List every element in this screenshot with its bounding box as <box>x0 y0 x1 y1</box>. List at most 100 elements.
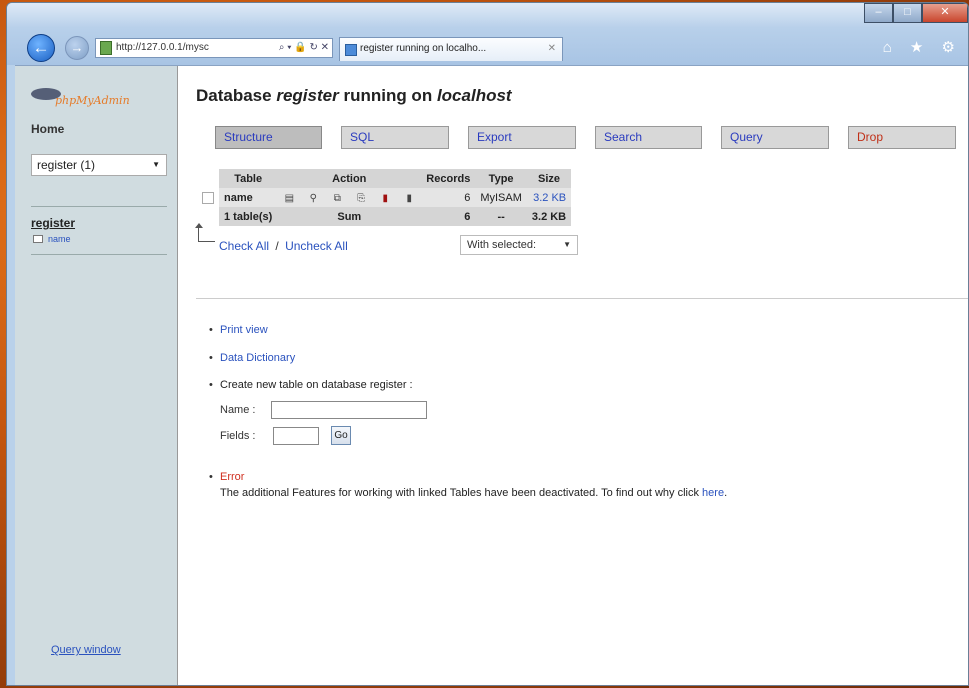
logo-text: phpMyAdmin <box>55 94 130 107</box>
list-item: Data Dictionary <box>209 352 295 364</box>
tables-list: Table Action Records Type Size name ▤ ⚲ … <box>197 169 572 226</box>
list-item: Create new table on database register : <box>209 379 413 391</box>
header-type: Type <box>475 169 527 188</box>
trash-icon[interactable]: ▮ <box>402 193 416 204</box>
sum-tables-count: 1 table(s) <box>219 207 278 226</box>
header-spacer <box>197 169 219 188</box>
row-records: 6 <box>421 188 476 207</box>
with-selected-value: With selected: <box>467 239 537 251</box>
sidebar-divider <box>31 206 167 207</box>
browse-cell: ▤ <box>277 188 302 207</box>
toolbar-icons[interactable]: ⌂ ★ ⚙ <box>883 38 962 56</box>
arrow-right-icon: → <box>70 40 84 55</box>
home-link[interactable]: Home <box>31 122 64 136</box>
error-label: Error <box>220 471 245 483</box>
title-database: register <box>276 86 339 105</box>
address-bar-icons[interactable]: ⌕ ▾ 🔒 ↻ ✕ <box>279 39 332 57</box>
notice-period: . <box>724 487 728 499</box>
sum-row: 1 table(s) Sum 6 -- 3.2 KB <box>197 207 572 226</box>
tab-favicon-icon <box>345 44 357 56</box>
row-checkbox[interactable] <box>202 191 214 204</box>
arrow-left-icon: ← <box>32 38 50 57</box>
header-size: Size <box>526 169 572 188</box>
table-icon <box>33 235 43 243</box>
sum-type: -- <box>475 207 527 226</box>
table-header-row: Table Action Records Type Size <box>197 169 572 188</box>
browse-icon[interactable]: ▤ <box>282 193 296 204</box>
chevron-down-icon: ▼ <box>563 240 571 249</box>
sidebar-divider <box>31 254 167 255</box>
sum-size: 3.2 KB <box>526 207 572 226</box>
check-separator: / <box>275 239 279 253</box>
print-view-link[interactable]: Print view <box>220 324 268 336</box>
row-type: MyISAM <box>475 188 527 207</box>
address-url[interactable]: http://127.0.0.1/mysc <box>116 39 209 57</box>
go-button[interactable]: Go <box>331 426 351 445</box>
browser-window: – □ ✕ ← → http://127.0.0.1/mysc ⌕ ▾ 🔒 ↻ … <box>6 2 969 686</box>
check-all-row: Check All / Uncheck All <box>195 223 348 253</box>
sidebar-database-link[interactable]: register <box>31 216 75 230</box>
sum-records: 6 <box>421 207 476 226</box>
row-table-name[interactable]: name <box>219 188 278 207</box>
search-icon[interactable]: ⚲ <box>306 193 320 204</box>
browser-tab[interactable]: register running on localho... ✕ <box>339 37 563 61</box>
row-size[interactable]: 3.2 KB <box>526 188 572 207</box>
tab-search[interactable]: Search <box>595 126 702 149</box>
header-action: Action <box>277 169 422 188</box>
fields-label: Fields : <box>220 430 256 442</box>
main-frame: Database register running on localhost S… <box>178 66 968 685</box>
data-dictionary-link[interactable]: Data Dictionary <box>220 352 295 364</box>
insert-cell: ⎘ <box>349 188 374 207</box>
structure-cell: ⧉ <box>325 188 350 207</box>
minimize-button[interactable]: – <box>864 3 893 23</box>
browser-titlebar: – □ ✕ ← → http://127.0.0.1/mysc ⌕ ▾ 🔒 ↻ … <box>7 3 968 65</box>
with-selected-select[interactable]: With selected: ▼ <box>460 235 578 255</box>
chevron-down-icon: ▼ <box>152 160 160 169</box>
uncheck-all-link[interactable]: Uncheck All <box>285 239 348 253</box>
fields-count-input[interactable] <box>273 427 319 445</box>
sum-label: Sum <box>277 207 422 226</box>
title-host: localhost <box>436 86 512 105</box>
tab-structure[interactable]: Structure <box>215 126 322 149</box>
tab-close-icon[interactable]: ✕ <box>548 38 556 60</box>
query-window-link[interactable]: Query window <box>51 644 121 656</box>
page-icon <box>100 41 112 55</box>
empty-icon[interactable]: ▮ <box>378 193 392 204</box>
structure-icon[interactable]: ⧉ <box>330 193 344 204</box>
tab-query[interactable]: Query <box>721 126 829 149</box>
database-select-value: register (1) <box>37 158 96 172</box>
title-mid: running on <box>343 86 433 105</box>
tab-export[interactable]: Export <box>468 126 576 149</box>
maximize-button[interactable]: □ <box>893 3 922 23</box>
page-title: Database register running on localhost <box>196 86 512 106</box>
page-viewport: phpMyAdmin Home register (1) ▼ register … <box>15 65 968 685</box>
tab-sql[interactable]: SQL <box>341 126 449 149</box>
sidebar-table-label: name <box>48 234 71 244</box>
here-link[interactable]: here <box>702 487 724 499</box>
database-select[interactable]: register (1) ▼ <box>31 154 167 176</box>
header-records: Records <box>421 169 476 188</box>
insert-icon[interactable]: ⎘ <box>354 193 368 204</box>
left-frame: phpMyAdmin Home register (1) ▼ register … <box>15 66 178 685</box>
search-cell: ⚲ <box>301 188 326 207</box>
sidebar-table-link[interactable]: name <box>33 234 71 244</box>
window-controls: – □ ✕ <box>864 3 968 23</box>
list-item: Print view <box>209 324 268 336</box>
header-table: Table <box>219 169 278 188</box>
name-label: Name : <box>220 404 256 416</box>
table-name-input[interactable] <box>271 401 427 419</box>
tab-drop[interactable]: Drop <box>848 126 956 149</box>
table-row: name ▤ ⚲ ⧉ ⎘ ▮ ▮ 6 MyISAM 3.2 KB <box>197 188 572 207</box>
title-prefix: Database <box>196 86 272 105</box>
drop-cell: ▮ <box>397 188 422 207</box>
back-button[interactable]: ← <box>27 34 55 62</box>
close-button[interactable]: ✕ <box>922 3 968 23</box>
check-all-link[interactable]: Check All <box>219 239 269 253</box>
linked-tables-notice: The additional Features for working with… <box>220 487 727 499</box>
create-table-label: Create new table on database register : <box>220 379 413 391</box>
section-divider <box>196 298 968 299</box>
address-bar[interactable]: http://127.0.0.1/mysc ⌕ ▾ 🔒 ↻ ✕ <box>95 38 333 58</box>
phpmyadmin-logo[interactable]: phpMyAdmin <box>31 84 131 108</box>
tab-title: register running on localho... <box>360 43 487 54</box>
forward-button[interactable]: → <box>65 36 89 60</box>
